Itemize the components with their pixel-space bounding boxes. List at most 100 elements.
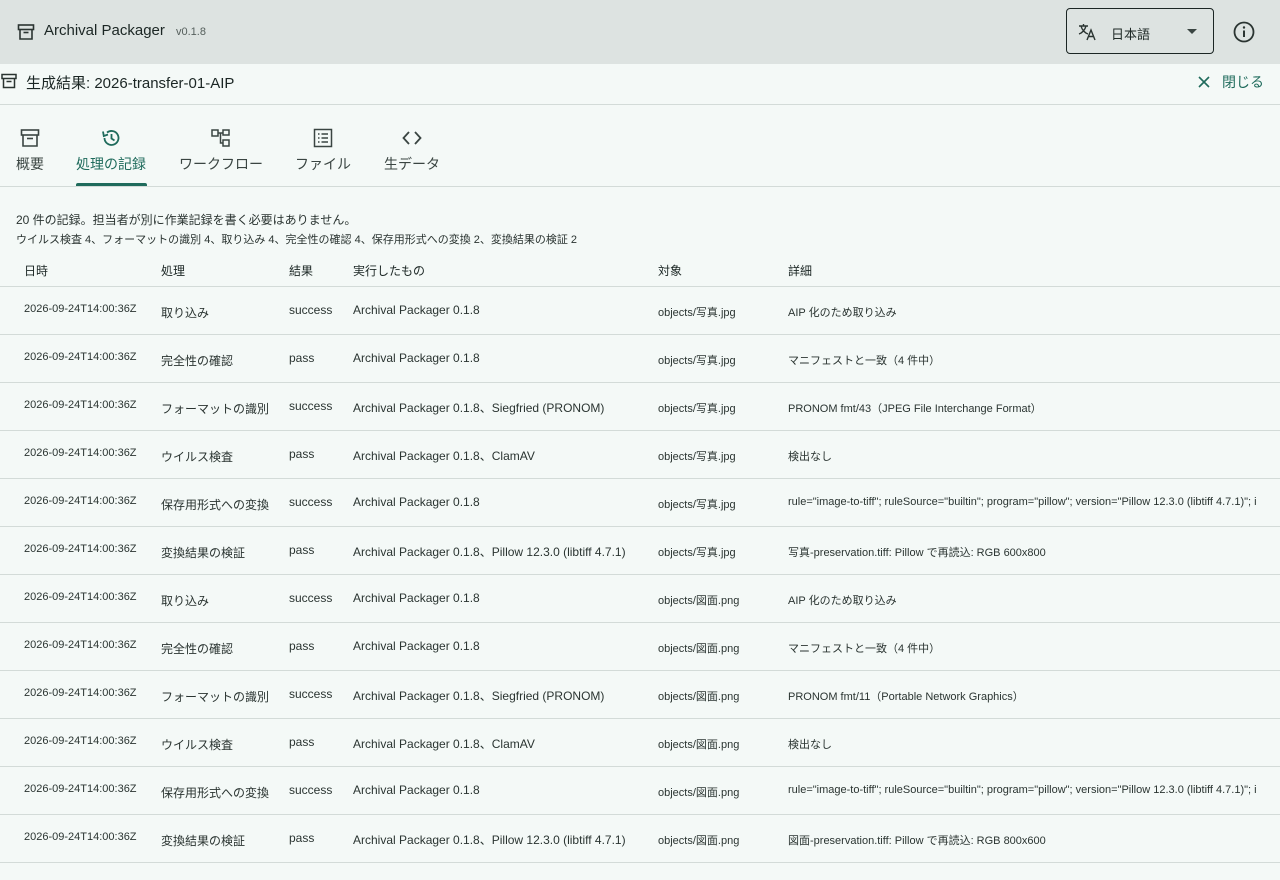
cell-detail: rule="image-to-tiff"; ruleSource="builti… bbox=[788, 784, 1257, 796]
cell-datetime: 2026-09-24T14:00:36Z bbox=[24, 735, 137, 747]
archive-box-icon bbox=[17, 24, 35, 40]
cell-agent: Archival Packager 0.1.8 bbox=[353, 303, 480, 317]
cell-datetime: 2026-09-24T14:00:36Z bbox=[24, 687, 137, 699]
tab-overview[interactable]: 概要 bbox=[16, 105, 46, 186]
cell-action: 変換結果の検証 bbox=[161, 834, 246, 848]
cell-result: pass bbox=[289, 351, 315, 365]
archive-box-icon bbox=[1, 73, 17, 89]
cell-agent: Archival Packager 0.1.8 bbox=[353, 591, 480, 605]
record-summary: 20 件の記録。担当者が別に作業記録を書く必要はありません。 bbox=[16, 213, 357, 227]
tab-label: 生データ bbox=[384, 156, 440, 172]
cell-result: success bbox=[289, 687, 333, 701]
cell-datetime: 2026-09-24T14:00:36Z bbox=[24, 447, 137, 459]
table-row: 2026-09-24T14:00:36Z 保存用形式への変換 success Arch… bbox=[0, 479, 1280, 527]
cell-result: success bbox=[289, 399, 333, 413]
tab-files[interactable]: ファイル bbox=[295, 105, 351, 186]
cell-detail: PRONOM fmt/43（JPEG File Interchange Form… bbox=[788, 403, 1042, 415]
cell-datetime: 2026-09-24T14:00:36Z bbox=[24, 399, 137, 411]
cell-object: objects/写真.jpg bbox=[658, 451, 736, 463]
tab-label: 概要 bbox=[16, 156, 44, 172]
record-breakdown: ウイルス検査 4、フォーマットの識別 4、取り込み 4、完全性の確認 4、保存用… bbox=[16, 234, 578, 246]
cell-action: 完全性の確認 bbox=[161, 642, 234, 656]
cell-action: 取り込み bbox=[161, 594, 210, 608]
table-row: 2026-09-24T14:00:36Z フォーマットの識別 success Arch… bbox=[0, 383, 1280, 431]
column-header-agent: 実行したもの bbox=[353, 264, 426, 278]
cell-detail: 検出なし bbox=[788, 451, 832, 463]
cell-result: pass bbox=[289, 447, 315, 461]
table-row: 2026-09-24T14:00:36Z 完全性の確認 pass Archival P… bbox=[0, 623, 1280, 671]
cell-detail: PRONOM fmt/11（Portable Network Graphics） bbox=[788, 691, 1024, 703]
cell-object: objects/写真.jpg bbox=[658, 499, 736, 511]
close-button[interactable]: 閉じる bbox=[1196, 70, 1264, 94]
cell-object: objects/図面.png bbox=[658, 691, 740, 703]
cell-result: pass bbox=[289, 639, 315, 653]
app-bar: Archival Packager v0.1.8 日本語 bbox=[0, 0, 1280, 64]
cell-detail: マニフェストと一致（4 件中） bbox=[788, 355, 941, 367]
history-icon bbox=[102, 130, 120, 146]
cell-datetime: 2026-09-24T14:00:36Z bbox=[24, 639, 137, 651]
workflow-icon bbox=[211, 129, 230, 147]
cell-action: フォーマットの識別 bbox=[161, 402, 270, 416]
tab-raw-data[interactable]: 生データ bbox=[384, 105, 440, 186]
cell-datetime: 2026-09-24T14:00:36Z bbox=[24, 783, 137, 795]
dialog-title: 生成結果: 2026-transfer-01-AIP bbox=[26, 75, 235, 92]
cell-agent: Archival Packager 0.1.8、Pillow 12.3.0 (l… bbox=[353, 545, 626, 559]
archive-box-icon bbox=[20, 129, 40, 147]
active-tab-indicator bbox=[76, 183, 147, 186]
table-row: 2026-09-24T14:00:36Z 保存用形式への変換 success Arch… bbox=[0, 767, 1280, 815]
code-icon bbox=[402, 131, 422, 145]
cell-detail: AIP 化のため取り込み bbox=[788, 595, 897, 607]
column-header-result: 結果 bbox=[289, 264, 314, 278]
cell-datetime: 2026-09-24T14:00:36Z bbox=[24, 543, 137, 555]
cell-object: objects/図面.png bbox=[658, 787, 740, 799]
cell-object: objects/図面.png bbox=[658, 643, 740, 655]
tab-bar: 概要 処理の記録 ワークフロー ファイル 生データ bbox=[0, 105, 1280, 187]
tab-workflow[interactable]: ワークフロー bbox=[179, 105, 263, 186]
cell-result: pass bbox=[289, 831, 315, 845]
cell-agent: Archival Packager 0.1.8、Siegfried (PRONO… bbox=[353, 689, 605, 703]
cell-datetime: 2026-09-24T14:00:36Z bbox=[24, 351, 137, 363]
cell-agent: Archival Packager 0.1.8 bbox=[353, 351, 480, 365]
cell-detail: rule="image-to-tiff"; ruleSource="builti… bbox=[788, 496, 1257, 508]
table-row: 2026-09-24T14:00:36Z ウイルス検査 pass Archival P… bbox=[0, 719, 1280, 767]
app-version: v0.1.8 bbox=[176, 26, 206, 38]
info-icon[interactable] bbox=[1232, 20, 1256, 44]
cell-result: pass bbox=[289, 543, 315, 557]
cell-object: objects/写真.jpg bbox=[658, 355, 736, 367]
tab-history[interactable]: 処理の記録 bbox=[76, 105, 147, 186]
column-header-datetime: 日時 bbox=[24, 264, 49, 278]
cell-action: 変換結果の検証 bbox=[161, 546, 246, 560]
cell-object: objects/写真.jpg bbox=[658, 547, 736, 559]
table-body: 2026-09-24T14:00:36Z 取り込み success Archival … bbox=[0, 287, 1280, 863]
app-title: Archival Packager bbox=[44, 22, 165, 39]
close-icon bbox=[1198, 76, 1210, 88]
table-row: 2026-09-24T14:00:36Z ウイルス検査 pass Archival P… bbox=[0, 431, 1280, 479]
table-row: 2026-09-24T14:00:36Z 取り込み success Archival … bbox=[0, 575, 1280, 623]
translate-icon bbox=[1078, 24, 1096, 41]
cell-action: ウイルス検査 bbox=[161, 738, 234, 752]
column-header-object: 対象 bbox=[658, 264, 683, 278]
cell-result: success bbox=[289, 495, 333, 509]
cell-result: success bbox=[289, 591, 333, 605]
cell-datetime: 2026-09-24T14:00:36Z bbox=[24, 831, 137, 843]
cell-agent: Archival Packager 0.1.8 bbox=[353, 495, 480, 509]
cell-result: success bbox=[289, 303, 333, 317]
table-row: 2026-09-24T14:00:36Z 変換結果の検証 pass Archival … bbox=[0, 527, 1280, 575]
cell-detail: 写真-preservation.tiff: Pillow で再読込: RGB 6… bbox=[788, 547, 1046, 559]
cell-action: 保存用形式への変換 bbox=[161, 786, 270, 800]
dialog-header: 生成結果: 2026-transfer-01-AIP 閉じる bbox=[0, 64, 1280, 105]
column-header-detail: 詳細 bbox=[788, 264, 813, 278]
cell-agent: Archival Packager 0.1.8 bbox=[353, 783, 480, 797]
table-row: 2026-09-24T14:00:36Z フォーマットの識別 success Arch… bbox=[0, 671, 1280, 719]
cell-object: objects/図面.png bbox=[658, 835, 740, 847]
column-header-action: 処理 bbox=[161, 264, 186, 278]
cell-action: 取り込み bbox=[161, 306, 210, 320]
cell-action: ウイルス検査 bbox=[161, 450, 234, 464]
tab-label: ファイル bbox=[295, 156, 351, 172]
cell-detail: 検出なし bbox=[788, 739, 832, 751]
table-header: 日時 処理 結果 実行したもの 対象 詳細 bbox=[0, 254, 1280, 287]
language-select[interactable]: 日本語 bbox=[1066, 8, 1214, 54]
cell-datetime: 2026-09-24T14:00:36Z bbox=[24, 495, 137, 507]
table-row: 2026-09-24T14:00:36Z 完全性の確認 pass Archival P… bbox=[0, 335, 1280, 383]
cell-agent: Archival Packager 0.1.8 bbox=[353, 639, 480, 653]
